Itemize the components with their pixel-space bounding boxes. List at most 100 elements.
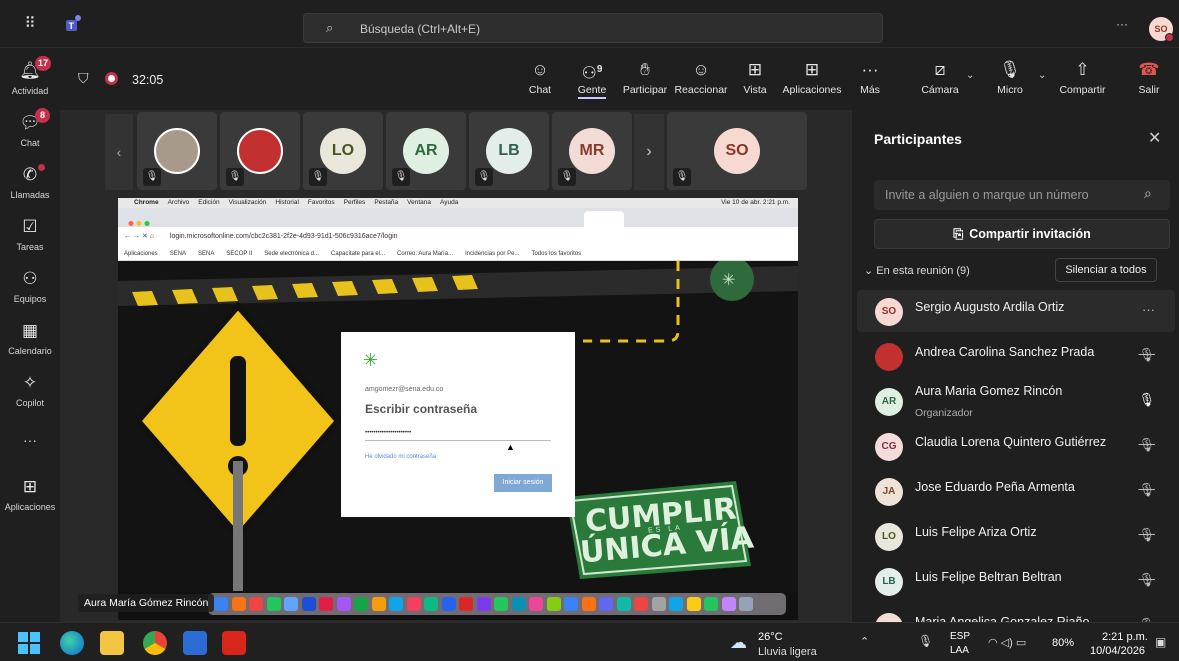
rail-item-teams[interactable]: ⚇ Equipos	[0, 268, 60, 304]
in-meeting-toggle[interactable]: ⌄ En esta reunión (9)	[864, 264, 970, 277]
dock-app-icon[interactable]	[494, 597, 508, 611]
search-box[interactable]: ⌕ Búsqueda (Ctrl+Alt+E)	[303, 13, 883, 43]
dock-app-icon[interactable]	[721, 597, 736, 611]
dock-app-icon[interactable]	[511, 597, 526, 611]
close-icon[interactable]: ✕	[1148, 128, 1161, 148]
dock-app-icon[interactable]	[214, 597, 228, 611]
invite-input[interactable]: Invite a alguien o marque un número ⌕	[874, 180, 1170, 210]
dock-app-icon[interactable]	[319, 597, 333, 611]
acrobat-icon[interactable]	[222, 631, 246, 655]
mac-menu-item[interactable]: Perfiles	[344, 199, 366, 206]
bookmark-item[interactable]: Sede electrónica d...	[264, 251, 319, 257]
dock-app-icon[interactable]	[231, 597, 246, 611]
chat-button[interactable]: ☺ Chat	[520, 60, 560, 96]
file-explorer-icon[interactable]	[100, 631, 124, 655]
gallery-next-button[interactable]: ›	[634, 114, 664, 190]
mic-button[interactable]: 🎙︎ Micro	[990, 60, 1030, 96]
tray-chevron-up-icon[interactable]: ⌃	[860, 635, 869, 648]
participant-row[interactable]: Andrea Carolina Sanchez Prada 🎙︎	[857, 335, 1175, 377]
bookmark-item[interactable]: Correo: Aura María...	[397, 251, 453, 257]
mic-chevron-down-icon[interactable]: ⌄	[1038, 70, 1046, 81]
dock-app-icon[interactable]	[476, 597, 491, 611]
dock-app-icon[interactable]	[616, 597, 631, 611]
dock-app-icon[interactable]	[389, 597, 403, 611]
video-tile[interactable]: MR 🎙︎	[552, 112, 632, 190]
wifi-volume-battery-icons[interactable]: ◠ ◁) ▭	[988, 636, 1026, 649]
dock-app-icon[interactable]	[581, 597, 596, 611]
video-tile[interactable]: 🎙︎	[220, 112, 300, 190]
share-invite-button[interactable]: ⎘ Compartir invitación	[874, 219, 1170, 249]
clock-time[interactable]: 2:21 p.m.	[1102, 631, 1148, 643]
dock-app-icon[interactable]	[354, 597, 368, 611]
mac-menu-item[interactable]: Edición	[198, 199, 219, 206]
clock-date[interactable]: 10/04/2026	[1090, 645, 1145, 657]
bookmark-item[interactable]: SENA	[170, 251, 186, 257]
more-options-icon[interactable]: ···	[1116, 17, 1128, 31]
bookmark-item[interactable]: Capacítate para el...	[331, 251, 385, 257]
mac-menu-item[interactable]: Visualización	[229, 199, 267, 206]
dock-app-icon[interactable]	[599, 597, 613, 611]
app-launcher-icon[interactable]: ⠿	[20, 14, 40, 34]
video-tile[interactable]: 🎙︎	[137, 112, 217, 190]
dock-app-icon[interactable]	[406, 597, 421, 611]
participant-row[interactable]: CG Claudia Lorena Quintero Gutiérrez 🎙︎	[857, 425, 1175, 467]
bookmark-item[interactable]: SENA	[198, 251, 214, 257]
participant-row[interactable]: LO Luis Felipe Ariza Ortiz 🎙︎	[857, 515, 1175, 557]
dock-app-icon[interactable]	[459, 597, 473, 611]
windows-start-icon[interactable]	[18, 632, 40, 654]
rail-item-calls[interactable]: ✆ Llamadas	[0, 164, 60, 200]
tray-mic-icon[interactable]: 🎙︎	[918, 634, 933, 648]
video-tile[interactable]: SO 🎙︎	[667, 112, 807, 190]
nav-arrows-icon[interactable]: ← → ✕ ⌂	[118, 233, 154, 240]
dock-app-icon[interactable]	[739, 597, 753, 611]
word-icon[interactable]	[183, 631, 207, 655]
video-tile[interactable]: AR 🎙︎	[386, 112, 466, 190]
dock-app-icon[interactable]	[686, 597, 701, 611]
participant-row[interactable]: AR Aura Maria Gomez Rincón Organizador 🎙︎	[857, 380, 1175, 422]
more-button[interactable]: ··· Más	[855, 60, 885, 96]
apps-button[interactable]: ⊞ Aplicaciones	[780, 60, 844, 96]
rail-item-activity[interactable]: 🔔︎ 17 Actividad	[0, 56, 60, 96]
bookmark-item[interactable]: SECOP II	[226, 251, 252, 257]
react-button[interactable]: ☺ Reaccionar	[672, 60, 730, 96]
lang-layout[interactable]: LAA	[950, 645, 969, 656]
bookmark-item[interactable]: Incidencias por Pe...	[465, 251, 519, 257]
mac-menu-item[interactable]: Chrome	[134, 199, 159, 206]
participant-row[interactable]: SO Sergio Augusto Ardila Ortiz ···	[857, 290, 1175, 332]
dock-app-icon[interactable]	[634, 597, 648, 611]
dock-app-icon[interactable]	[424, 597, 438, 611]
dock-app-icon[interactable]	[284, 597, 298, 611]
camera-chevron-down-icon[interactable]: ⌄	[966, 70, 974, 81]
dock-app-icon[interactable]	[704, 597, 718, 611]
mac-menu-item[interactable]: Pestaña	[374, 199, 398, 206]
forgot-password-link[interactable]: He olvidado mi contraseña	[365, 454, 436, 460]
dock-app-icon[interactable]	[669, 597, 683, 611]
sign-in-button[interactable]: Iniciar sesión	[494, 474, 552, 492]
rail-item-more[interactable]: ···	[0, 432, 60, 448]
people-button[interactable]: ⚇9 Gente	[570, 60, 614, 99]
dock-app-icon[interactable]	[529, 597, 543, 611]
video-tile[interactable]: LB 🎙︎	[469, 112, 549, 190]
url-text[interactable]: login.microsoftonline.com/cbc2c381-2f2e-…	[156, 233, 398, 240]
camera-button[interactable]: ⧄ Cámara	[915, 60, 965, 96]
dock-app-icon[interactable]	[301, 597, 316, 611]
lang-code[interactable]: ESP	[950, 631, 970, 642]
mac-menu-item[interactable]: Historial	[275, 199, 298, 206]
bookmark-item[interactable]: Todos los favoritos	[531, 251, 581, 257]
dock-app-icon[interactable]	[546, 597, 561, 611]
participant-row[interactable]: JA Jose Eduardo Peña Armenta 🎙︎	[857, 470, 1175, 512]
password-input[interactable]: ••••••••••••••••••••••	[365, 425, 551, 441]
dock-app-icon[interactable]	[371, 597, 386, 611]
rail-item-chat[interactable]: 💬︎ 8 Chat	[0, 108, 60, 148]
notification-icon[interactable]: ▣	[1155, 635, 1166, 649]
leave-button[interactable]: ☎ Salir	[1132, 60, 1166, 96]
bookmark-item[interactable]: Aplicaciones	[124, 251, 158, 257]
view-button[interactable]: ⊞ Vista	[735, 60, 775, 96]
rail-item-tasks[interactable]: ☑ Tareas	[0, 216, 60, 252]
edge-icon[interactable]	[60, 631, 84, 655]
mac-menu-item[interactable]: Archivo	[168, 199, 190, 206]
more-options-icon[interactable]: ···	[1142, 302, 1155, 317]
participant-row[interactable]: LB Luis Felipe Beltran Beltran 🎙︎	[857, 560, 1175, 602]
rail-item-copilot[interactable]: ✧ Copilot	[0, 372, 60, 408]
mac-menu-item[interactable]: Favoritos	[308, 199, 335, 206]
